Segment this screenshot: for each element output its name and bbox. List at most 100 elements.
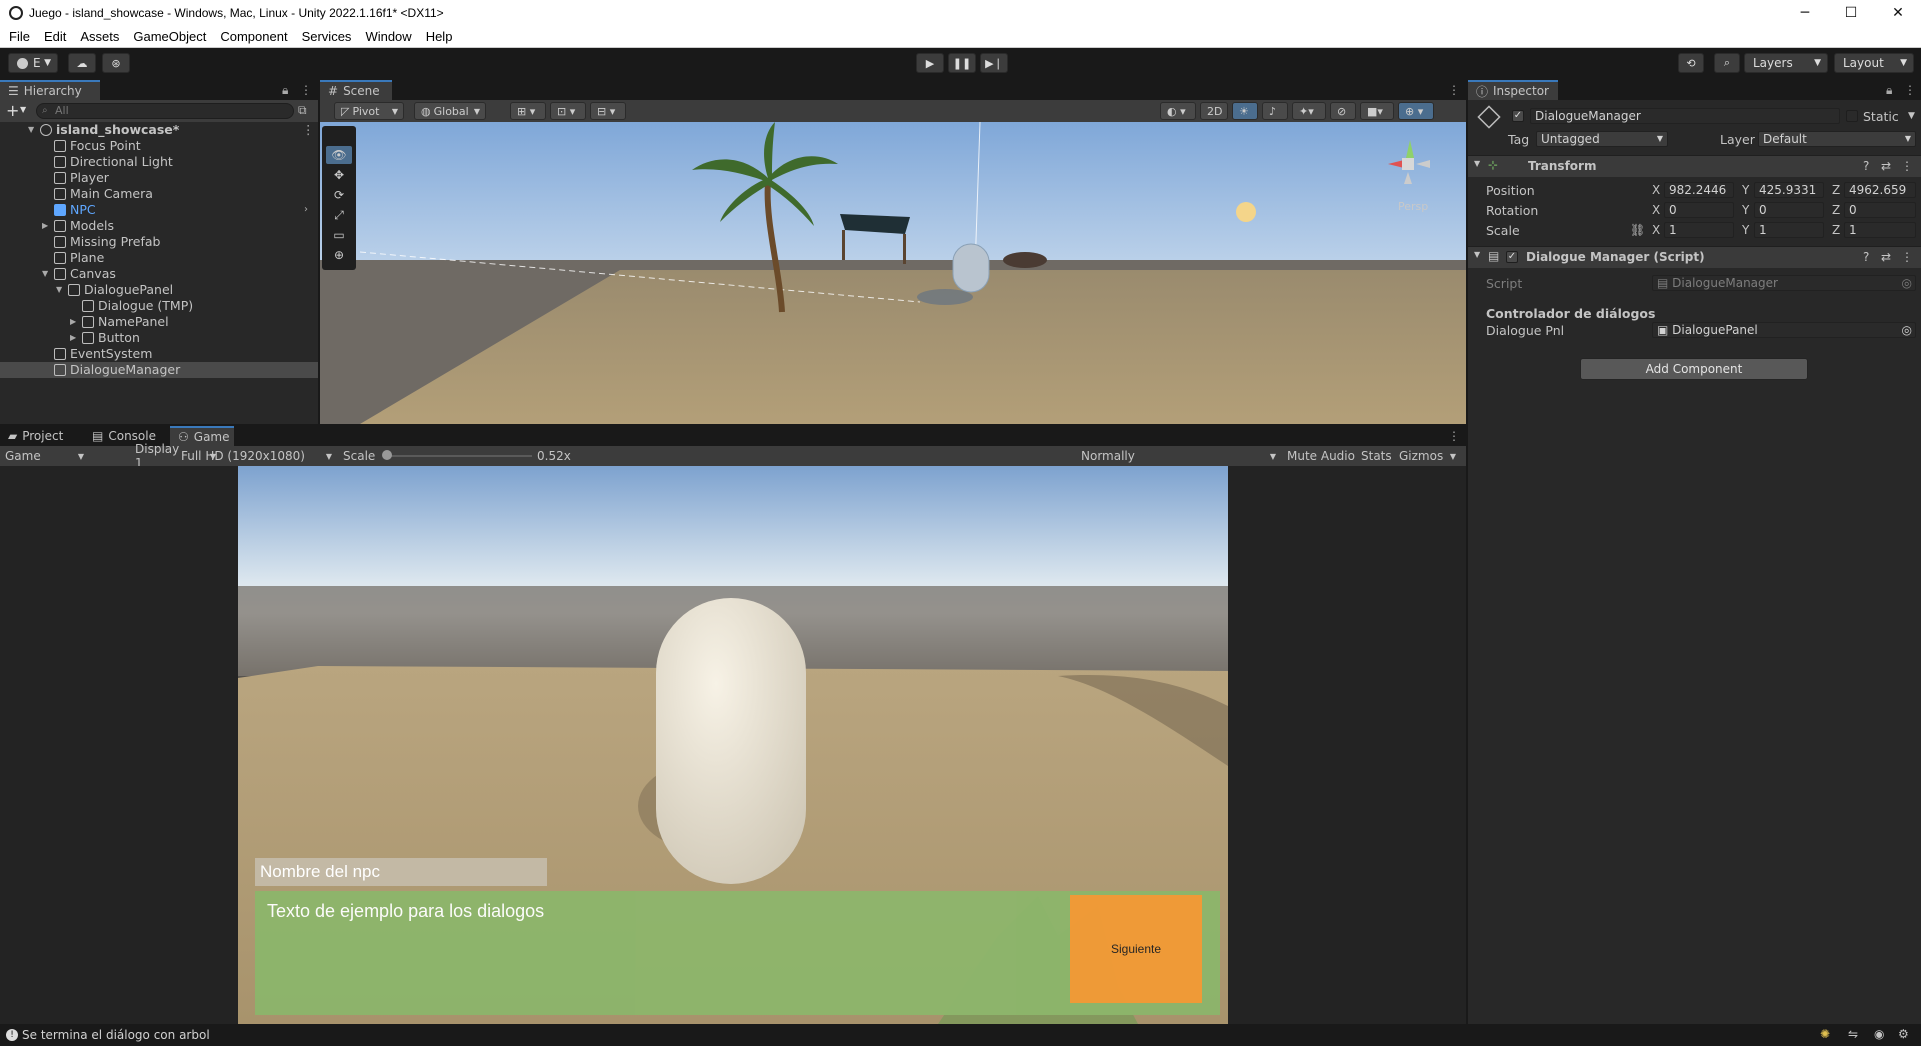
resolution-dropdown[interactable]: Full HD (1920x1080) ▼ [176,446,336,466]
rotation-y-field[interactable]: 0 [1754,202,1824,218]
tab-inspector[interactable]: ⓘ Inspector [1468,80,1558,100]
view-tool-button[interactable]: 👁︎ [326,146,352,164]
preset-icon[interactable]: ⇄ [1881,250,1891,264]
tag-dropdown[interactable]: Untagged ▼ [1536,131,1668,147]
next-button[interactable]: Siguiente [1070,895,1202,1003]
inspector-menu-icon[interactable]: ⋮ [1904,83,1916,97]
scale-z-field[interactable]: 1 [1844,222,1916,238]
create-caret-icon[interactable]: ▼ [20,105,26,114]
lighting-status-icon[interactable]: ✺ [1820,1027,1830,1041]
hierarchy-item[interactable]: ▶ Models [0,218,318,234]
collab-button[interactable]: ⊛ [102,53,130,73]
hierarchy-item[interactable]: Missing Prefab [0,234,318,250]
foldout-open-icon[interactable]: ▼ [28,122,34,138]
hierarchy-item[interactable]: ▼ island_showcase* ⋮ [0,122,318,138]
active-checkbox[interactable]: ✓ [1512,110,1524,122]
scene-menu-icon[interactable]: ⋮ [1448,83,1460,97]
hierarchy-item[interactable]: Focus Point [0,138,318,154]
hidden-objects-toggle[interactable]: ⊘ [1330,102,1356,120]
scale-x-field[interactable]: 1 [1664,222,1734,238]
rect-tool-button[interactable]: ▭ [326,226,352,244]
hierarchy-item[interactable]: Player [0,170,318,186]
display-dropdown[interactable]: Display 1 ▼ [130,442,216,470]
hierarchy-item[interactable]: ▶ Button [0,330,318,346]
position-z-field[interactable]: 4962.659 [1844,182,1916,198]
game-menu-icon[interactable]: ⋮ [1448,429,1460,443]
global-dropdown[interactable]: ◍ Global ▼ [414,102,486,120]
persp-label[interactable]: Persp [1398,200,1428,213]
step-button[interactable]: ▶❘ [980,53,1008,73]
account-dropdown[interactable]: E ▼ [8,53,58,73]
search-button[interactable]: ⌕ [1714,53,1740,73]
move-tool-button[interactable]: ✥ [326,166,352,184]
snap-increment-button[interactable]: ⊡ ▾ [550,102,586,120]
cloud-button[interactable]: ☁ [68,53,96,73]
hierarchy-item[interactable]: ▼ DialoguePanel [0,282,318,298]
tab-game[interactable]: ⚇ Game [170,426,234,446]
scale-tool-button[interactable]: ⤢ [326,206,352,224]
menu-file[interactable]: File [2,29,37,44]
ruler-button[interactable]: ⊟ ▾ [590,102,626,120]
gizmos-toggle[interactable]: Gizmos ▼ [1394,446,1458,466]
tab-scene[interactable]: # Scene [320,80,392,100]
script-enabled-checkbox[interactable]: ✓ [1506,251,1518,263]
draw-mode-dropdown[interactable]: ◐ ▾ [1160,102,1196,120]
tab-project[interactable]: ▰ Project [0,426,84,446]
preset-icon[interactable]: ⇄ [1881,159,1891,173]
hierarchy-item[interactable]: DialogueManager [0,362,318,378]
static-checkbox[interactable] [1846,110,1858,122]
hierarchy-item[interactable]: NPC › [0,202,318,218]
menu-services[interactable]: Services [295,29,359,44]
maximize-button[interactable]: ☐ [1828,0,1874,25]
add-component-button[interactable]: Add Component [1580,358,1808,380]
hierarchy-item[interactable]: EventSystem [0,346,318,362]
menu-window[interactable]: Window [358,29,418,44]
foldout-closed-icon[interactable]: ▶ [42,218,48,234]
lighting-toggle[interactable]: ☀ [1232,102,1258,120]
hierarchy-search-input[interactable]: ⌕ All [36,103,294,119]
mute-audio-toggle[interactable]: Mute Audio [1282,446,1360,466]
menu-help[interactable]: Help [419,29,460,44]
layers-dropdown[interactable]: Layers ▼ [1744,53,1828,73]
history-button[interactable]: ⟲ [1678,53,1704,73]
help-icon[interactable]: ? [1863,250,1869,264]
hierarchy-item[interactable]: Directional Light [0,154,318,170]
menu-component[interactable]: Component [213,29,294,44]
layout-dropdown[interactable]: Layout ▼ [1834,53,1914,73]
scene-viewport[interactable]: Persp 👁︎ ✥ ⟳ ⤢ ▭ ⊕ [320,122,1466,424]
hierarchy-item[interactable]: Dialogue (TMP) [0,298,318,314]
game-canvas[interactable]: Nombre del npc Texto de ejemplo para los… [238,466,1228,1024]
camera-dropdown[interactable]: ■▾ [1360,102,1394,120]
menu-gameobject[interactable]: GameObject [126,29,213,44]
object-name-field[interactable]: DialogueManager [1530,108,1840,124]
tab-hierarchy[interactable]: ☰ Hierarchy [0,80,100,100]
layer-dropdown[interactable]: Default ▼ [1758,131,1916,147]
scale-y-field[interactable]: 1 [1754,222,1824,238]
create-button[interactable]: + [6,101,19,120]
grid-snap-button[interactable]: ⊞ ▾ [510,102,546,120]
lock-icon[interactable]: 🔒︎ [282,83,288,98]
component-menu-icon[interactable]: ⋮ [1901,159,1913,173]
menu-assets[interactable]: Assets [73,29,126,44]
pause-button[interactable]: ❚❚ [948,53,976,73]
static-caret-icon[interactable]: ▼ [1908,111,1915,121]
hierarchy-item[interactable]: Main Camera [0,186,318,202]
rotation-x-field[interactable]: 0 [1664,202,1734,218]
foldout-closed-icon[interactable]: ▶ [70,330,76,346]
scale-slider-track[interactable] [386,455,532,457]
play-focus-dropdown[interactable]: Normally ▼ [1076,446,1280,466]
close-button[interactable]: ✕ [1875,0,1921,25]
status-message[interactable]: Se termina el diálogo con arbol [22,1028,210,1042]
game-mode-dropdown[interactable]: Game ▼ [0,446,90,466]
minimize-button[interactable]: ─ [1782,0,1828,25]
transform-tool-button[interactable]: ⊕ [326,246,352,264]
dialogue-manager-header[interactable]: ▼ ▤ ✓ Dialogue Manager (Script) ? ⇄ ⋮ [1468,246,1921,268]
rotate-tool-button[interactable]: ⟳ [326,186,352,204]
component-menu-icon[interactable]: ⋮ [1901,250,1913,264]
hierarchy-item[interactable]: ▶ NamePanel [0,314,318,330]
gizmos-dropdown[interactable]: ⊕ ▾ [1398,102,1434,120]
object-picker-icon[interactable]: ◎ [1902,323,1912,337]
foldout-open-icon[interactable]: ▼ [42,266,48,282]
transform-header[interactable]: ▼ ⊹ Transform ? ⇄ ⋮ [1468,155,1921,177]
effects-dropdown[interactable]: ✦▾ [1292,102,1326,120]
